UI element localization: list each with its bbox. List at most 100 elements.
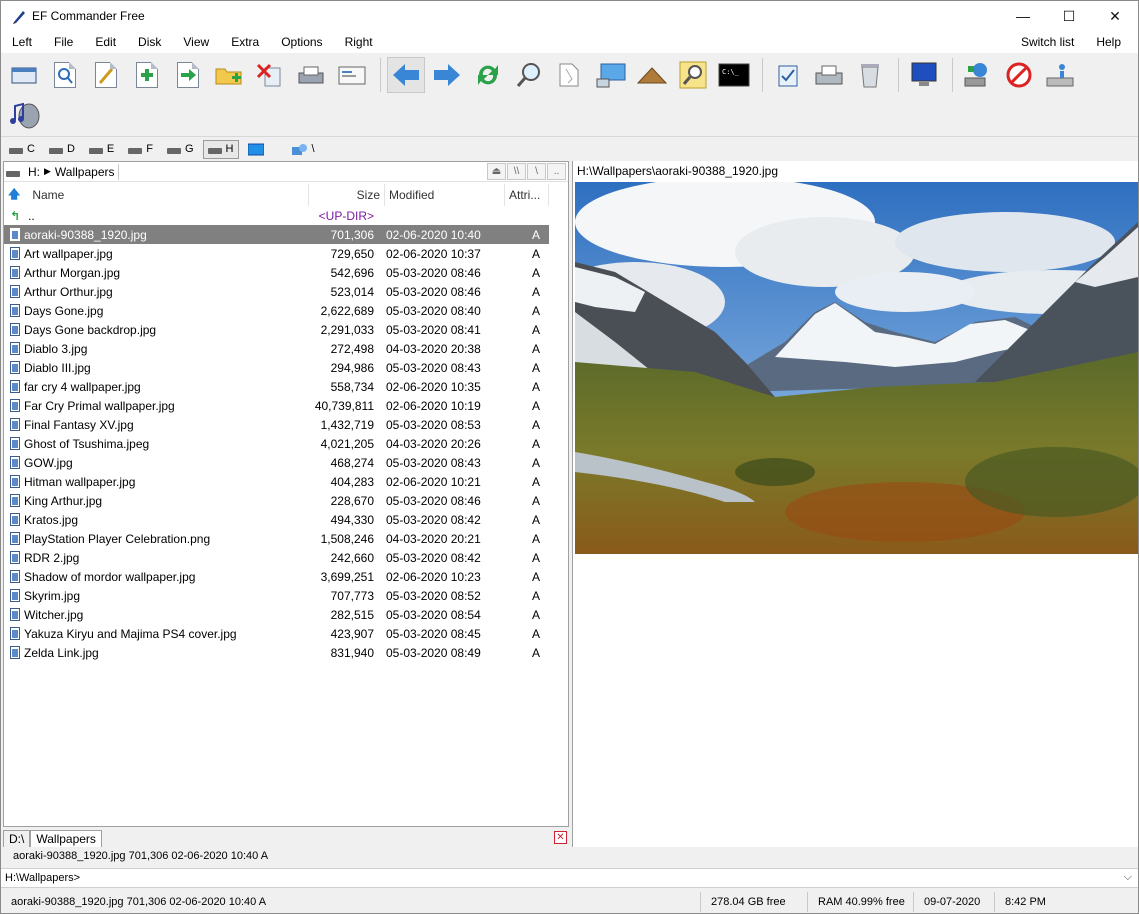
- file-row[interactable]: PlayStation Player Celebration.png 1,508,…: [4, 529, 568, 548]
- file-size: 40,739,811: [314, 398, 374, 413]
- file-size: 558,734: [330, 379, 374, 394]
- file-row[interactable]: GOW.jpg 468,274 05-03-2020 08:43 A: [4, 453, 568, 472]
- menu-edit[interactable]: Edit: [84, 31, 127, 53]
- open-window-icon[interactable]: [5, 57, 43, 93]
- file-row[interactable]: Shadow of mordor wallpaper.jpg 3,699,251 0…: [4, 567, 568, 586]
- file-compare-icon[interactable]: [551, 57, 589, 93]
- file-modified: 05-03-2020 08:46: [386, 265, 481, 280]
- menu-switch-list[interactable]: Switch list: [1010, 31, 1085, 53]
- checksum-icon[interactable]: [769, 57, 807, 93]
- file-row[interactable]: Ghost of Tsushima.jpeg 4,021,205 04-03-202…: [4, 434, 568, 453]
- drive-d-button[interactable]: D: [44, 140, 80, 159]
- left-selection-info: aoraki-90388_1920.jpg 701,306 02-06-2020…: [13, 850, 269, 862]
- drive-e-button[interactable]: E: [84, 140, 119, 159]
- minimize-button[interactable]: —: [1000, 1, 1046, 31]
- file-row[interactable]: Far Cry Primal wallpaper.jpg 40,739,811 02…: [4, 396, 568, 415]
- tab-drive-d[interactable]: D:\: [3, 830, 31, 847]
- file-modified: 02-06-2020 10:21: [386, 474, 481, 489]
- drive-f-button[interactable]: F: [123, 140, 158, 159]
- network-root-button[interactable]: \: [287, 140, 320, 159]
- updir-row[interactable]: ↰ .. <UP-DIR>: [4, 206, 568, 225]
- monitor-icon[interactable]: [905, 57, 943, 93]
- recycle-bin-icon[interactable]: [851, 57, 889, 93]
- root-path-button[interactable]: \: [527, 163, 546, 180]
- back-arrow-icon[interactable]: [387, 57, 425, 93]
- find-files-icon[interactable]: [674, 57, 712, 93]
- menu-options[interactable]: Options: [270, 31, 333, 53]
- file-row[interactable]: Diablo 3.jpg 272,498 04-03-2020 20:38 A: [4, 339, 568, 358]
- command-prompt-icon[interactable]: C:\_: [715, 57, 753, 93]
- move-files-icon[interactable]: [169, 57, 207, 93]
- copy-files-icon[interactable]: [128, 57, 166, 93]
- column-name[interactable]: 🡅 Name: [4, 184, 309, 206]
- file-row[interactable]: Days Gone.jpg 2,622,689 05-03-2020 08:40 A: [4, 301, 568, 320]
- file-row[interactable]: Skyrim.jpg 707,773 05-03-2020 08:52 A: [4, 586, 568, 605]
- drive-info-icon[interactable]: [1041, 57, 1079, 93]
- tab-wallpapers[interactable]: Wallpapers: [30, 830, 102, 847]
- drive-g-button[interactable]: G: [162, 140, 199, 159]
- maximize-button[interactable]: ☐: [1046, 1, 1092, 31]
- fax-icon[interactable]: [810, 57, 848, 93]
- file-row[interactable]: Arthur Morgan.jpg 542,696 05-03-2020 08:46…: [4, 263, 568, 282]
- file-attributes: A: [531, 284, 540, 299]
- file-row[interactable]: Days Gone backdrop.jpg 2,291,033 05-03-202…: [4, 320, 568, 339]
- column-header: 🡅 Name Size Modified Attri...: [4, 184, 568, 206]
- menu-disk[interactable]: Disk: [127, 31, 172, 53]
- menu-help[interactable]: Help: [1085, 31, 1132, 53]
- svg-text:C:\_: C:\_: [722, 68, 740, 76]
- disconnect-drive-icon[interactable]: [1000, 57, 1038, 93]
- parent-path-button[interactable]: ..: [547, 163, 566, 180]
- command-line-input[interactable]: H:\Wallpapers> ⌵: [1, 868, 1138, 888]
- column-size[interactable]: Size: [309, 184, 385, 206]
- refresh-icon[interactable]: [469, 57, 507, 93]
- edit-file-icon[interactable]: [87, 57, 125, 93]
- drive-h-button[interactable]: H: [202, 139, 239, 159]
- breadcrumb-drive[interactable]: H:: [24, 165, 44, 179]
- file-row[interactable]: Diablo III.jpg 294,986 05-03-2020 08:43 A: [4, 358, 568, 377]
- search-icon[interactable]: [510, 57, 548, 93]
- remote-desktop-icon[interactable]: [592, 57, 630, 93]
- file-row[interactable]: Arthur Orthur.jpg 523,014 05-03-2020 08:46…: [4, 282, 568, 301]
- file-row[interactable]: far cry 4 wallpaper.jpg 558,734 02-06-2020…: [4, 377, 568, 396]
- network-drive-icon[interactable]: [959, 57, 997, 93]
- file-modified: 05-03-2020 08:52: [386, 588, 481, 603]
- file-row[interactable]: Witcher.jpg 282,515 05-03-2020 08:54 A: [4, 605, 568, 624]
- file-row[interactable]: Final Fantasy XV.jpg 1,432,719 05-03-2020 …: [4, 415, 568, 434]
- file-size: 523,014: [330, 284, 374, 299]
- file-name: Witcher.jpg: [24, 607, 84, 622]
- pack-archive-icon[interactable]: [633, 57, 671, 93]
- eject-button[interactable]: ⏏: [487, 163, 506, 180]
- file-name: Kratos.jpg: [24, 512, 79, 527]
- menu-left[interactable]: Left: [1, 31, 43, 53]
- command-history-dropdown-icon[interactable]: ⌵: [1124, 871, 1132, 884]
- file-row[interactable]: RDR 2.jpg 242,660 05-03-2020 08:42 A: [4, 548, 568, 567]
- file-row[interactable]: Hitman wallpaper.jpg 404,283 02-06-2020 10…: [4, 472, 568, 491]
- view-file-icon[interactable]: [46, 57, 84, 93]
- file-row[interactable]: aoraki-90388_1920.jpg 701,306 02-06-2020 1…: [4, 225, 549, 244]
- email-icon[interactable]: [333, 57, 371, 93]
- desktop-button[interactable]: [243, 140, 269, 159]
- menu-file[interactable]: File: [43, 31, 84, 53]
- file-row[interactable]: Kratos.jpg 494,330 05-03-2020 08:42 A: [4, 510, 568, 529]
- close-tab-icon[interactable]: ✕: [554, 831, 567, 844]
- column-modified[interactable]: Modified: [385, 184, 505, 206]
- close-button[interactable]: ✕: [1092, 1, 1138, 31]
- network-root-path-button[interactable]: \\: [507, 163, 526, 180]
- menu-right[interactable]: Right: [334, 31, 384, 53]
- menu-extra[interactable]: Extra: [220, 31, 270, 53]
- image-file-icon: [10, 646, 20, 659]
- menu-view[interactable]: View: [172, 31, 220, 53]
- forward-arrow-icon[interactable]: [428, 57, 466, 93]
- file-row[interactable]: Zelda Link.jpg 831,940 05-03-2020 08:49 A: [4, 643, 568, 662]
- column-attributes[interactable]: Attri...: [505, 184, 549, 206]
- print-icon[interactable]: [292, 57, 330, 93]
- file-size: 468,274: [330, 455, 374, 470]
- delete-icon[interactable]: [251, 57, 289, 93]
- breadcrumb-folder[interactable]: Wallpapers: [51, 165, 119, 179]
- audio-player-icon[interactable]: [5, 97, 43, 133]
- file-row[interactable]: Yakuza Kiryu and Majima PS4 cover.jpg 423…: [4, 624, 568, 643]
- new-folder-icon[interactable]: [210, 57, 248, 93]
- file-row[interactable]: Art wallpaper.jpg 729,650 02-06-2020 10:37…: [4, 244, 568, 263]
- file-row[interactable]: King Arthur.jpg 228,670 05-03-2020 08:46 A: [4, 491, 568, 510]
- drive-c-button[interactable]: C: [4, 140, 40, 159]
